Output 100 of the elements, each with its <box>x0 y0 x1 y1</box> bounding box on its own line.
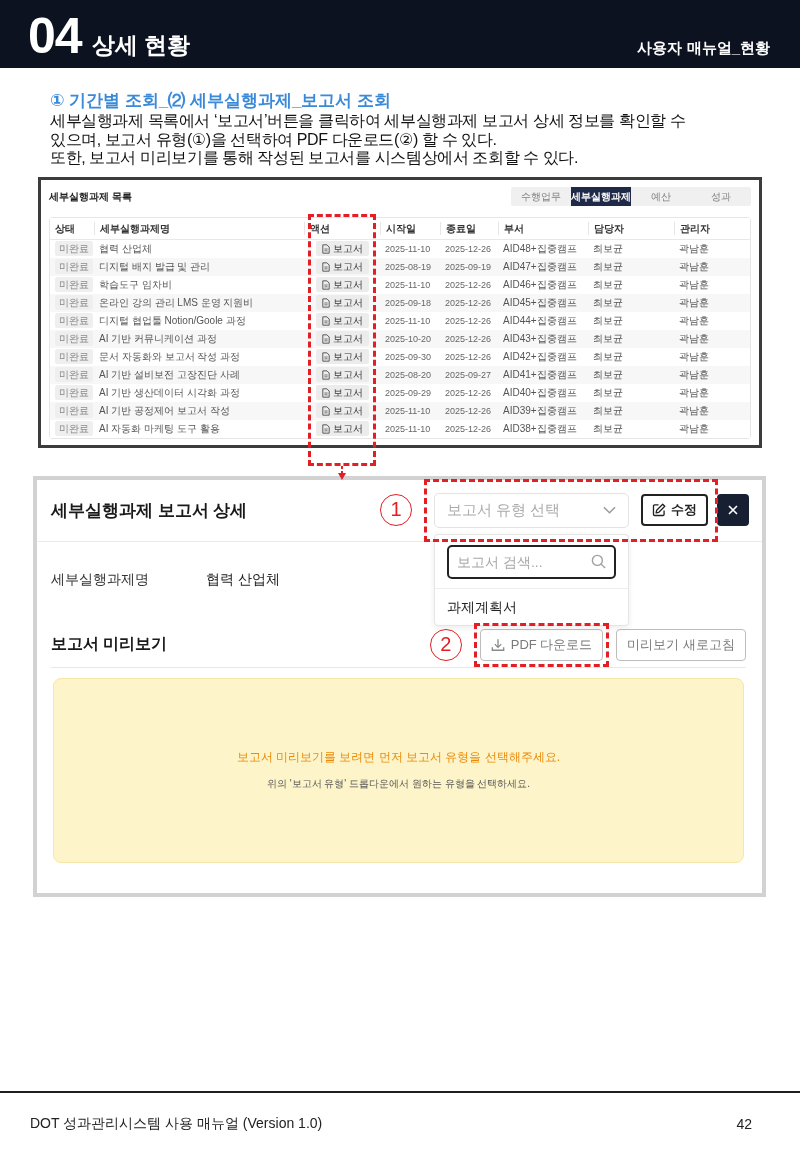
description-text: 세부실행과제 목록에서 ‘보고서’버튼을 클릭하여 세부실행과제 보고서 상세 정보를 확인할 수 있으며, 보고서 유형(①)을 선택하여 PDF 다운로드(②) 할 수 있다. 또한, 보고서 미리보기를 통해 작성된 보고서를 시스템상에서 조회할 수 있다. <box>50 112 687 168</box>
status-tag: 미완료 <box>55 385 93 400</box>
field-label: 세부실행과제명 <box>51 570 150 589</box>
table-cell-text: 온라인 강의 관리 LMS 운영 지원비 <box>98 295 255 310</box>
status-tag: 미완료 <box>55 367 93 382</box>
report-button[interactable]: 보고서 <box>315 241 369 256</box>
status-tag: 미완료 <box>55 331 93 346</box>
tab[interactable]: 수행업무 <box>511 187 571 206</box>
status-tag: 미완료 <box>55 349 93 364</box>
table-cell-text: AI 기반 설비보전 고장진단 사례 <box>98 367 241 382</box>
tab[interactable]: 세부실행과제 <box>571 187 631 206</box>
status-tag: 미완료 <box>55 421 93 436</box>
document-icon <box>321 279 330 290</box>
table-cell-text: 2025-12-26 <box>444 423 493 434</box>
tab[interactable]: 성과 <box>691 187 751 206</box>
document-icon <box>321 261 330 272</box>
document-icon <box>321 351 330 362</box>
report-button[interactable]: 보고서 <box>315 295 369 310</box>
table-cell-text: 곽남훈 <box>678 241 710 256</box>
report-button[interactable]: 보고서 <box>315 403 369 418</box>
status-tag: 미완료 <box>55 295 93 310</box>
refresh-button[interactable]: 미리보기 새로고침 <box>616 628 746 661</box>
table-cell-text: 2025-08-19 <box>384 261 433 272</box>
table-cell-text: 2025-11-10 <box>384 405 432 416</box>
status-tag: 미완료 <box>55 259 93 274</box>
table-cell-text: 최보균 <box>592 241 624 256</box>
table-cell-text: AID43+집중캠프 <box>502 331 578 346</box>
table-cell-text: 곽남훈 <box>678 295 710 310</box>
report-button[interactable]: 보고서 <box>315 349 369 364</box>
document-icon <box>321 333 330 344</box>
table-cell-text: 2025-11-10 <box>384 243 432 254</box>
preview-title: 보고서 미리보기 <box>51 634 168 654</box>
table-cell-text: 2025-09-18 <box>384 297 433 308</box>
table-cell-text: 2025-08-20 <box>384 369 433 380</box>
status-tag: 미완료 <box>55 277 93 292</box>
table-cell-text: 2025-11-10 <box>384 423 432 434</box>
report-button[interactable]: 보고서 <box>315 367 369 382</box>
edit-button[interactable]: 수정 <box>641 494 708 526</box>
table-cell-text: 최보균 <box>592 349 624 364</box>
section-title: 상세 현황 <box>91 31 190 60</box>
column-header: 상태 <box>54 221 76 235</box>
search-icon <box>591 553 606 569</box>
close-button[interactable] <box>717 494 749 526</box>
edit-icon <box>652 503 666 517</box>
search-field[interactable]: 보고서 검색... <box>447 544 616 579</box>
table-cell-text: 2025-09-19 <box>444 261 493 272</box>
table-cell-text: 최보균 <box>592 403 624 418</box>
table-cell-text: 2025-09-29 <box>384 387 433 398</box>
table-cell-text: AI 기반 생산데이터 시각화 과정 <box>98 385 241 400</box>
table-cell-text: 곽남훈 <box>678 313 710 328</box>
table-cell-text: 곽남훈 <box>678 367 710 382</box>
document-icon <box>321 243 330 254</box>
report-button[interactable]: 보고서 <box>315 331 369 346</box>
tab[interactable]: 예산 <box>631 187 691 206</box>
report-button[interactable]: 보고서 <box>315 385 369 400</box>
table-cell-text: 2025-12-26 <box>444 351 493 362</box>
dropdown-option[interactable]: 과제계획서 <box>435 587 628 625</box>
table-cell-text: AID42+집중캠프 <box>502 349 578 364</box>
table-cell-text: 협력 산업체 <box>98 241 153 256</box>
table-cell-text: 곽남훈 <box>678 331 710 346</box>
table-cell-text: 최보균 <box>592 331 624 346</box>
table-cell-text: AI 기반 공정제어 보고서 작성 <box>98 403 231 418</box>
table-cell-text: 최보균 <box>592 367 624 382</box>
column-header: 부서 <box>498 221 588 235</box>
report-button[interactable]: 보고서 <box>315 277 369 292</box>
report-button[interactable]: 보고서 <box>315 313 369 328</box>
column-header: 종료일 <box>440 221 498 235</box>
table-cell-text: 곽남훈 <box>678 259 710 274</box>
table-cell-text: 디지털 배지 발급 및 관리 <box>98 259 212 274</box>
table-cell-text: 최보균 <box>592 295 624 310</box>
table-cell-text: 2025-12-26 <box>444 315 493 326</box>
manual-label: 사용자 매뉴얼_현황 <box>637 39 770 58</box>
footer-text: DOT 성과관리시스템 사용 매뉴얼 (Version 1.0) <box>30 1115 323 1133</box>
report-button[interactable]: 보고서 <box>315 259 369 274</box>
detail-title: 세부실행과제 보고서 상세 <box>51 499 248 522</box>
document-icon <box>321 405 330 416</box>
table-cell-text: 문서 자동화와 보고서 작성 과정 <box>98 349 242 364</box>
document-icon <box>321 315 330 326</box>
table-cell-text: 최보균 <box>592 259 624 274</box>
table-cell-text: AID44+집중캠프 <box>502 313 578 328</box>
table-cell-text: 학습도구 임차비 <box>98 277 173 292</box>
table-cell-text: 2025-10-20 <box>384 333 433 344</box>
table-cell-text: AID46+집중캠프 <box>502 277 578 292</box>
table-cell-text: AID45+집중캠프 <box>502 295 578 310</box>
document-icon <box>321 387 330 398</box>
table-cell-text: 2025-11-10 <box>384 279 432 290</box>
download-icon <box>490 637 505 652</box>
table-cell-text: 최보균 <box>592 421 624 436</box>
notice-text: 보고서 미리보기를 보려면 먼저 보고서 유형을 선택해주세요. <box>236 749 561 766</box>
status-tag: 미완료 <box>55 313 93 328</box>
table-cell-text: 2025-12-26 <box>444 333 493 344</box>
table-cell-text: 곽남훈 <box>678 421 710 436</box>
download-button[interactable]: PDF 다운로드 <box>479 628 604 661</box>
table-cell-text: 2025-12-26 <box>444 297 493 308</box>
table-cell-text: AID39+집중캠프 <box>502 403 578 418</box>
report-button[interactable]: 보고서 <box>315 421 369 436</box>
table-cell-text: AID38+집중캠프 <box>502 421 578 436</box>
section-number: 04 <box>28 11 82 61</box>
table-cell-text: AI 기반 커뮤니케이션 과정 <box>98 331 218 346</box>
table-cell-text: 2025-12-26 <box>444 243 493 254</box>
